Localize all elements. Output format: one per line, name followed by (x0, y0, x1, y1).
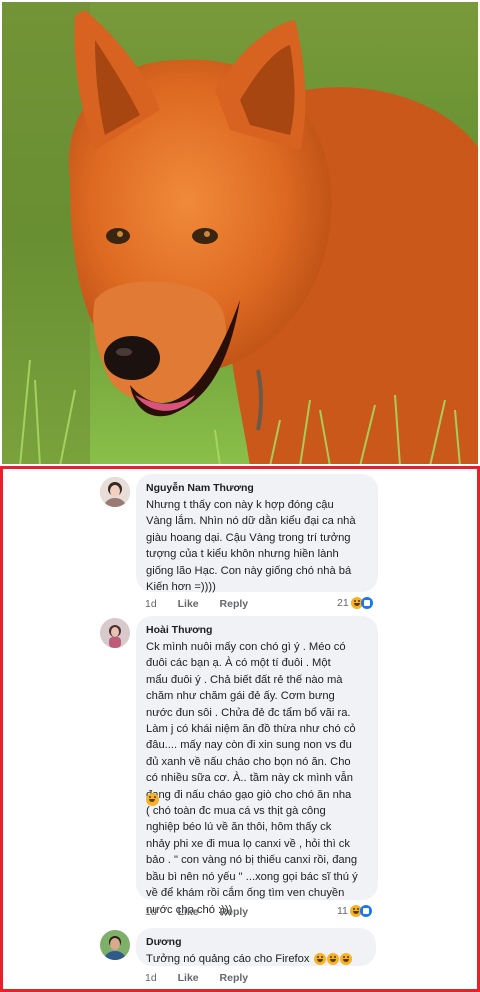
reaction-summary[interactable]: 11 (337, 905, 372, 917)
reaction-summary[interactable]: 21 (337, 597, 373, 609)
reaction-count: 11 (337, 905, 348, 917)
reply-link[interactable]: Reply (220, 906, 249, 918)
commenter-name[interactable]: Nguyễn Nam Thương (146, 482, 368, 495)
avatar[interactable] (100, 930, 130, 960)
like-link[interactable]: Like (178, 906, 199, 918)
commenter-name[interactable]: Dương (146, 936, 366, 949)
comment-bubble: Hoài Thương Ck mình nuôi mấy con chó gì … (136, 616, 378, 916)
comment-bubble: Dương Tưởng nó quảng cáo cho Firefox (136, 928, 376, 966)
reaction-count: 21 (337, 597, 349, 609)
comment-actions: 1d Like Reply (145, 906, 266, 918)
comment-text-row: Tưởng nó quảng cáo cho Firefox (146, 951, 366, 967)
comment-bubble: Nguyễn Nam Thương Nhưng t thấy con này k… (136, 474, 378, 594)
laugh-emoji-icon (327, 953, 340, 966)
reply-link[interactable]: Reply (220, 598, 249, 610)
avatar-image (100, 618, 130, 648)
avatar-image (100, 477, 130, 507)
like-reaction-icon (359, 905, 372, 917)
laugh-emoji-icon (146, 793, 159, 806)
comment-actions: 1d Like Reply (145, 598, 266, 610)
comment-text: Tưởng nó quảng cáo cho Firefox (146, 953, 310, 965)
commenter-name[interactable]: Hoài Thương (146, 624, 368, 637)
comment-actions: 1d Like Reply (145, 972, 266, 984)
comment-age[interactable]: 1d (145, 972, 157, 984)
reply-link[interactable]: Reply (220, 972, 249, 984)
comment-text: Nhưng t thấy con này k hợp đóng cậu Vàng… (146, 499, 356, 594)
like-link[interactable]: Like (178, 598, 199, 610)
like-link[interactable]: Like (178, 972, 199, 984)
avatar[interactable] (100, 477, 130, 507)
comments-panel: Nguyễn Nam Thương Nhưng t thấy con này k… (0, 466, 480, 992)
dog-illustration (0, 0, 480, 466)
laugh-emoji-icon (340, 953, 353, 966)
dog-photo (0, 0, 480, 466)
like-reaction-icon (360, 597, 373, 609)
comment-age[interactable]: 1d (145, 906, 157, 918)
avatar[interactable] (100, 618, 130, 648)
comment-age[interactable]: 1d (145, 598, 157, 610)
comment-text: Ck mình nuôi mấy con chó gì ý . Méo có đ… (146, 641, 358, 916)
avatar-image (100, 930, 130, 960)
laugh-emoji-icon (314, 953, 327, 966)
